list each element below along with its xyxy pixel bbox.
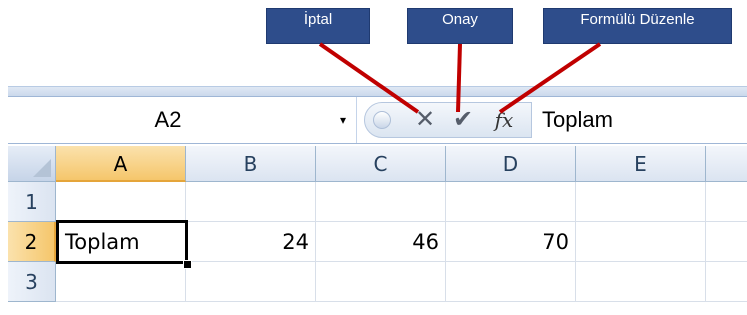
- cell-e2[interactable]: [576, 222, 706, 262]
- name-box-value[interactable]: A2: [8, 97, 328, 143]
- cell-b3[interactable]: [186, 262, 316, 302]
- formula-bar: A2 ▾ ✕ ✔ fx Toplam: [8, 96, 747, 144]
- column-header-c[interactable]: C: [316, 146, 446, 182]
- row-header-3[interactable]: 3: [8, 262, 56, 302]
- cell-f3[interactable]: [706, 262, 747, 302]
- insert-function-icon[interactable]: fx: [489, 105, 519, 135]
- select-all-button[interactable]: [8, 146, 56, 182]
- cell-b1[interactable]: [186, 182, 316, 222]
- column-header-e[interactable]: E: [576, 146, 706, 182]
- cell-e1[interactable]: [576, 182, 706, 222]
- column-header-a[interactable]: A: [56, 146, 186, 182]
- cell-b2[interactable]: 24: [188, 222, 316, 262]
- cell-e3[interactable]: [576, 262, 706, 302]
- cell-a3[interactable]: [56, 262, 186, 302]
- cancel-callout-label: İptal: [266, 8, 370, 44]
- select-all-triangle-icon: [33, 159, 51, 177]
- formula-bar-resize-grip[interactable]: [373, 111, 391, 129]
- cell-f2[interactable]: [706, 222, 747, 262]
- cell-c3[interactable]: [316, 262, 446, 302]
- column-header-d[interactable]: D: [446, 146, 576, 182]
- cell-d1[interactable]: [446, 182, 576, 222]
- spreadsheet-grid: A B C D E 1 2 3 Toplam 24 46 70: [8, 146, 747, 315]
- cell-a2[interactable]: Toplam: [56, 220, 188, 264]
- cell-c1[interactable]: [316, 182, 446, 222]
- formula-bar-buttons: ✕ ✔ fx: [364, 102, 532, 138]
- column-header-b[interactable]: B: [186, 146, 316, 182]
- chevron-down-icon[interactable]: ▾: [333, 97, 353, 143]
- cell-c2[interactable]: 46: [316, 222, 446, 262]
- row-header-2[interactable]: 2: [8, 222, 56, 262]
- enter-callout-label: Onay: [407, 8, 513, 44]
- row-header-1[interactable]: 1: [8, 182, 56, 222]
- enter-check-icon[interactable]: ✔: [449, 105, 477, 135]
- cancel-callout-text: İptal: [303, 11, 333, 28]
- enter-callout-text: Onay: [442, 11, 478, 28]
- cell-f1[interactable]: [706, 182, 747, 222]
- cell-a1[interactable]: [56, 182, 186, 222]
- fill-handle[interactable]: [183, 260, 192, 269]
- name-box[interactable]: A2 ▾: [8, 97, 357, 143]
- cell-d2[interactable]: 70: [446, 222, 576, 262]
- cell-d3[interactable]: [446, 262, 576, 302]
- column-header-next[interactable]: [706, 146, 747, 182]
- insert-function-callout-label: Formülü Düzenle: [543, 8, 732, 44]
- cancel-icon[interactable]: ✕: [413, 105, 437, 135]
- insert-function-callout-text: Formülü Düzenle: [580, 11, 695, 28]
- formula-input[interactable]: Toplam: [542, 97, 613, 143]
